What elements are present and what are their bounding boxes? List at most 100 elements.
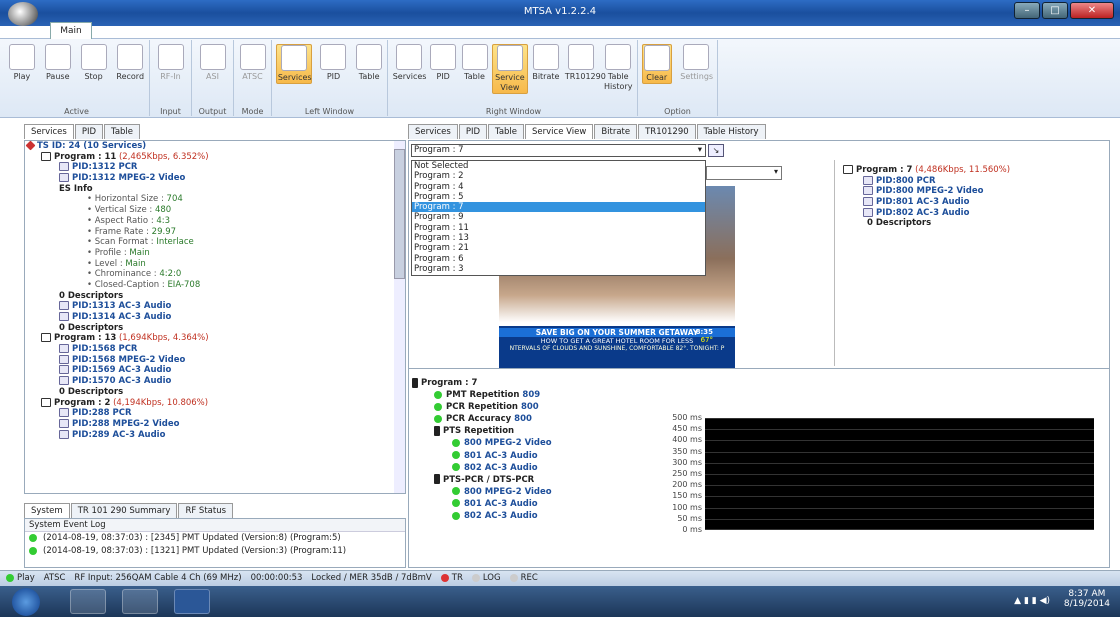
tree-node[interactable]: • Chrominance : 4:2:0 — [25, 269, 405, 280]
tab-table[interactable]: Table — [104, 124, 141, 139]
tab-table[interactable]: Table — [488, 124, 525, 139]
tr-tree-node[interactable]: PTS Repetition — [412, 425, 652, 437]
clear-button[interactable]: Clear — [641, 44, 672, 84]
tab-pid[interactable]: PID — [458, 124, 488, 139]
play-button[interactable]: Play — [8, 44, 36, 82]
tree-node[interactable]: PID:1312 PCR — [25, 162, 405, 173]
tree-node[interactable]: PID:288 MPEG-2 Video — [25, 418, 405, 430]
tree-node[interactable]: • Closed-Caption : EIA-708 — [25, 280, 405, 291]
tree-node[interactable]: PID:1568 MPEG-2 Video — [25, 354, 405, 366]
status-item[interactable]: TR — [440, 571, 463, 586]
dropdown-option[interactable]: Program : 9 — [412, 212, 705, 222]
go-button[interactable]: ↘ — [708, 144, 724, 157]
tab-bitrate[interactable]: Bitrate — [594, 124, 638, 139]
program-info-tree[interactable]: Program : 7 (4,486Kbps, 11.560%) PID:800 … — [834, 160, 1110, 366]
chrome-taskbar-icon[interactable] — [70, 589, 106, 614]
dropdown-option[interactable]: Program : 4 — [412, 182, 705, 192]
tree-node[interactable]: Program : 11 (2,465Kbps, 6.352%) — [25, 151, 405, 163]
tr-tree-node[interactable]: Program : 7 — [412, 377, 652, 389]
tr-tree-node[interactable]: 800 MPEG-2 Video — [412, 486, 652, 498]
tr-tree-node[interactable]: PCR Repetition 800 — [412, 401, 652, 413]
asi-button[interactable]: ASI — [199, 44, 227, 82]
pid-button[interactable]: PID — [429, 44, 457, 94]
tree-node[interactable]: ES Info — [25, 184, 405, 195]
start-button[interactable] — [12, 588, 40, 616]
tab-services[interactable]: Services — [408, 124, 458, 139]
tab-tr-101-290-summary[interactable]: TR 101 290 Summary — [70, 503, 178, 518]
tree-node[interactable]: PID:1569 AC-3 Audio — [25, 365, 405, 376]
tr-tree-node[interactable]: 802 AC-3 Audio — [412, 462, 652, 474]
stop-button[interactable]: Stop — [80, 44, 108, 82]
tree-node[interactable]: PID:800 PCR — [843, 175, 1110, 187]
settings-button[interactable]: Settings — [679, 44, 713, 84]
dropdown-option[interactable]: Program : 7 — [412, 202, 705, 213]
table-button[interactable]: Table — [355, 44, 383, 84]
mtsa-taskbar-icon[interactable] — [122, 589, 158, 614]
tree-node[interactable]: • Frame Rate : 29.97 — [25, 227, 405, 238]
status-item[interactable]: LOG — [471, 571, 501, 586]
pause-button[interactable]: Pause — [44, 44, 72, 82]
atsc-button[interactable]: ATSC — [239, 44, 267, 82]
tree-node[interactable]: TS ID: 24 (10 Services) — [25, 141, 405, 152]
tab-main[interactable]: Main — [50, 22, 92, 39]
pid-button[interactable]: PID — [319, 44, 347, 84]
bitrate-button[interactable]: Bitrate — [531, 44, 560, 94]
status-item[interactable]: REC — [509, 571, 538, 586]
tree-node[interactable]: • Profile : Main — [25, 248, 405, 259]
tree-scrollbar[interactable] — [394, 141, 405, 493]
tr-tree-node[interactable]: PTS-PCR / DTS-PCR — [412, 474, 652, 486]
dropdown-option[interactable]: Program : 3 — [412, 264, 705, 274]
dropdown-option[interactable]: Not Selected — [412, 161, 705, 171]
tray-icons[interactable]: ▲ ▮ ▮ ◀) — [1014, 596, 1050, 606]
minimize-button[interactable]: – — [1014, 2, 1040, 19]
tree-node[interactable]: • Scan Format : Interlace — [25, 237, 405, 248]
tab-rf-status[interactable]: RF Status — [178, 503, 234, 518]
tab-service-view[interactable]: Service View — [525, 124, 594, 139]
tab-table-history[interactable]: Table History — [696, 124, 766, 139]
secondary-select[interactable]: ▾ — [706, 166, 782, 180]
tree-node[interactable]: Program : 13 (1,694Kbps, 4.364%) — [25, 333, 405, 344]
services-button[interactable]: Services — [275, 44, 312, 84]
tree-node[interactable]: • Vertical Size : 480 — [25, 205, 405, 216]
tr101290-tree[interactable]: Program : 7 PMT Repetition 809 PCR Repetit… — [412, 377, 652, 532]
tree-node[interactable]: 0 Descriptors — [25, 291, 405, 302]
tree-node[interactable]: PID:288 PCR — [25, 408, 405, 419]
table-history-button[interactable]: Table History — [601, 44, 635, 94]
tree-node[interactable]: PID:289 AC-3 Audio — [25, 429, 405, 441]
program-select[interactable]: Program : 7 ▾ — [411, 144, 706, 157]
dropdown-option[interactable]: Program : 5 — [412, 192, 705, 202]
tr-tree-node[interactable]: PCR Accuracy 800 — [412, 413, 652, 425]
tree-node[interactable]: PID:800 MPEG-2 Video — [843, 186, 1110, 197]
tr-tree-node[interactable]: PMT Repetition 809 — [412, 389, 652, 401]
dropdown-option[interactable]: Program : 21 — [412, 243, 705, 253]
tab-services[interactable]: Services — [24, 124, 74, 139]
tree-node[interactable]: PID:1312 MPEG-2 Video — [25, 173, 405, 184]
tree-node[interactable]: 0 Descriptors — [843, 218, 1110, 229]
tree-node[interactable]: 0 Descriptors — [25, 387, 405, 398]
tree-node[interactable]: PID:1314 AC-3 Audio — [25, 312, 405, 323]
tab-system[interactable]: System — [24, 503, 70, 518]
rf-in-button[interactable]: RF-In — [157, 44, 185, 82]
tree-node[interactable]: • Level : Main — [25, 259, 405, 270]
tree-node[interactable]: Program : 2 (4,194Kbps, 10.806%) — [25, 397, 405, 409]
close-button[interactable]: ✕ — [1070, 2, 1114, 19]
tr-tree-node[interactable]: 801 AC-3 Audio — [412, 450, 652, 462]
service-view-button[interactable]: Service View — [491, 44, 528, 94]
tab-pid[interactable]: PID — [74, 124, 104, 139]
services-button[interactable]: Services — [392, 44, 426, 94]
tab-tr101290[interactable]: TR101290 — [638, 124, 696, 139]
record-button[interactable]: Record — [115, 44, 145, 82]
tree-node[interactable]: PID:1570 AC-3 Audio — [25, 376, 405, 387]
tree-node[interactable]: PID:801 AC-3 Audio — [843, 197, 1110, 208]
tree-node[interactable]: PID:1313 AC-3 Audio — [25, 301, 405, 312]
word-taskbar-icon[interactable] — [174, 589, 210, 614]
dropdown-option[interactable]: Program : 13 — [412, 233, 705, 243]
tr101290-button[interactable]: TR101290 — [564, 44, 606, 94]
table-button[interactable]: Table — [461, 44, 489, 94]
dropdown-option[interactable]: Program : 6 — [412, 254, 705, 264]
services-tree[interactable]: TS ID: 24 (10 Services) Program : 11 (2,4… — [24, 140, 406, 494]
dropdown-option[interactable]: Program : 11 — [412, 223, 705, 233]
program-dropdown-list[interactable]: Not Selected Program : 2 Program : 4 Progra… — [411, 160, 706, 276]
tr-tree-node[interactable]: 801 AC-3 Audio — [412, 498, 652, 510]
tree-node[interactable]: Program : 7 (4,486Kbps, 11.560%) — [843, 165, 1110, 176]
